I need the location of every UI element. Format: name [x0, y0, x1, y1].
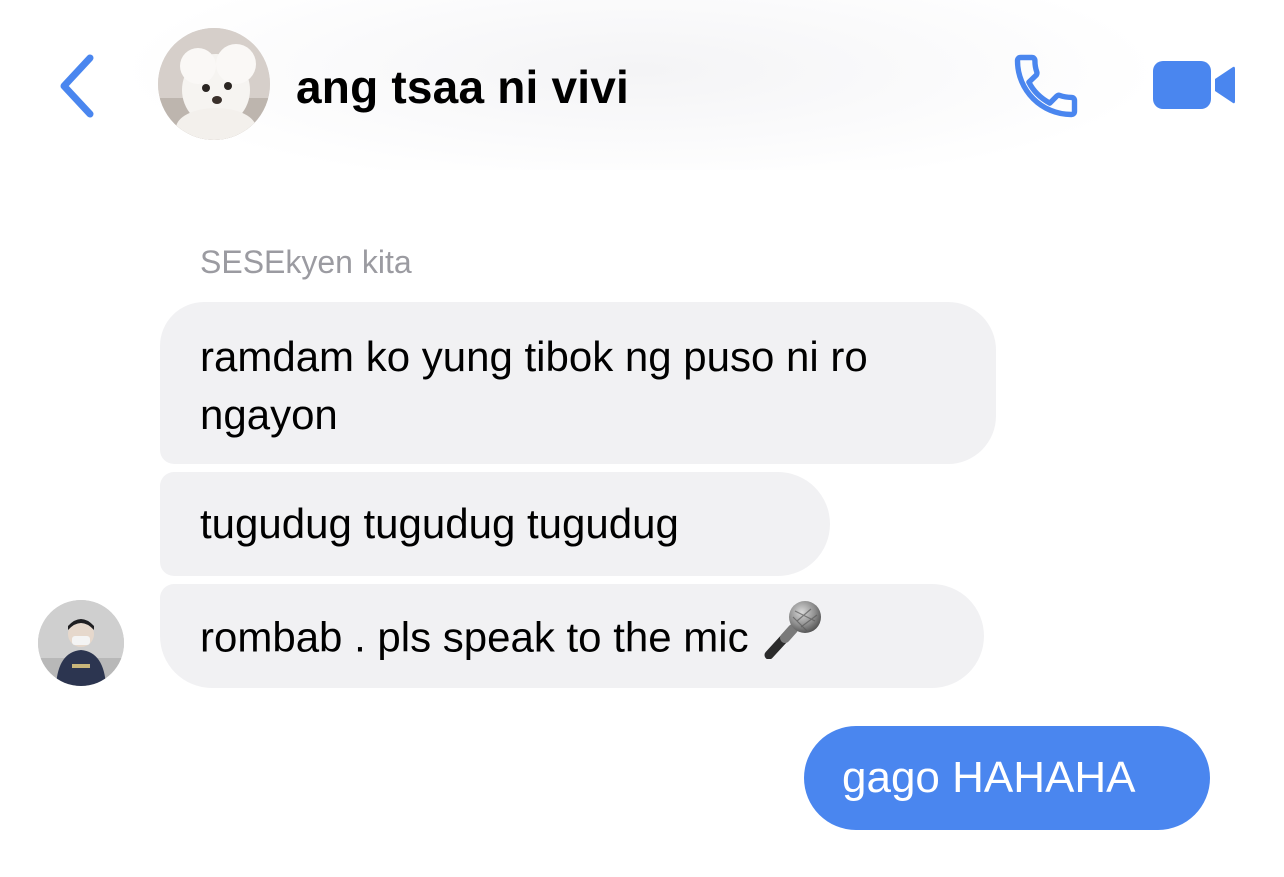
incoming-message[interactable]: rombab . pls speak to the mic — [160, 584, 984, 688]
voice-call-button[interactable] — [1004, 46, 1088, 126]
video-call-button[interactable] — [1146, 52, 1242, 118]
sender-name: SESEkyen kita — [200, 244, 412, 280]
incoming-message[interactable]: ramdam ko yung tibok ng puso ni ro ngayo… — [160, 302, 996, 464]
microphone-icon — [763, 597, 825, 674]
message-text: ramdam ko yung tibok ng puso ni ro ngayo… — [200, 333, 868, 438]
message-text: tugudug tugudug tugudug — [200, 500, 679, 547]
message-text: gago HAHAHA — [842, 753, 1136, 802]
incoming-message[interactable]: tugudug tugudug tugudug — [160, 472, 830, 576]
phone-icon — [1014, 54, 1078, 118]
conversation-title[interactable]: ang tsaa ni vivi — [296, 60, 629, 114]
contact-avatar[interactable] — [38, 600, 124, 686]
chat-screen: ang tsaa ni vivi SESEkyen kita ramdam ko… — [0, 0, 1284, 877]
dog-photo — [158, 28, 270, 140]
outgoing-message[interactable]: gago HAHAHA — [804, 726, 1210, 830]
message-text: rombab . pls speak to the mic — [200, 613, 749, 661]
chevron-left-icon — [60, 54, 94, 118]
video-camera-icon — [1153, 61, 1235, 109]
person-photo — [38, 600, 124, 686]
back-button[interactable] — [48, 48, 104, 124]
conversation-avatar[interactable] — [158, 28, 270, 140]
chat-header: ang tsaa ni vivi — [0, 0, 1284, 170]
